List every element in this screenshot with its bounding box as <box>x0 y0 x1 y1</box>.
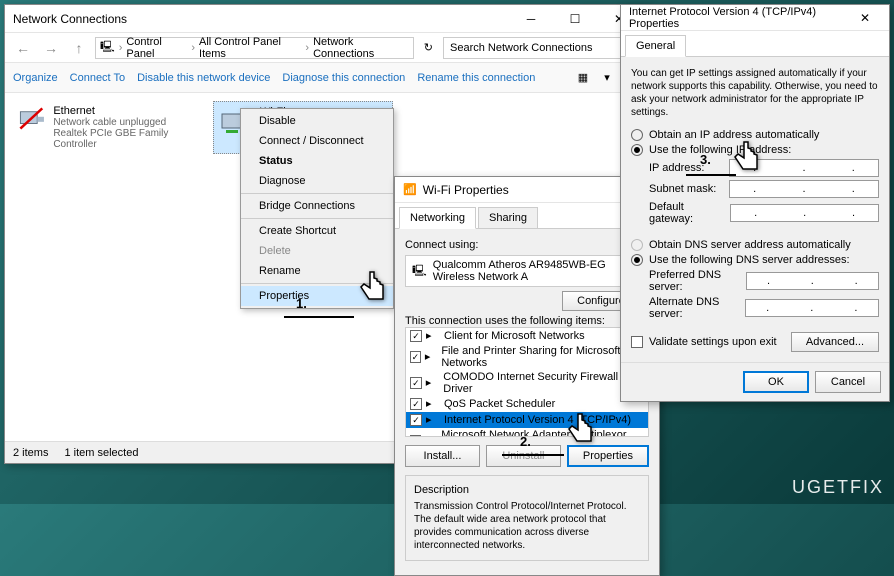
back-button[interactable]: ← <box>11 36 35 60</box>
subnet-mask-input[interactable]: ... <box>729 180 879 198</box>
ctx-bridge[interactable]: Bridge Connections <box>241 196 393 216</box>
checkbox[interactable] <box>410 414 422 426</box>
ctx-status[interactable]: Status <box>241 151 393 171</box>
gateway-input[interactable]: ... <box>730 204 879 222</box>
view-dropdown-icon[interactable]: ▾ <box>597 68 617 88</box>
titlebar: Network Connections ─ ☐ ✕ <box>5 5 649 33</box>
conn-name: Ethernet <box>53 105 189 117</box>
forward-button[interactable]: → <box>39 36 63 60</box>
checkbox[interactable] <box>410 377 422 389</box>
breadcrumb-root[interactable]: Control Panel <box>126 36 187 60</box>
annotation-line <box>686 174 736 176</box>
network-icon: 📶 <box>403 183 417 196</box>
use-dns-radio[interactable]: Use the following DNS server addresses: <box>631 254 879 266</box>
command-bar: Organize Connect To Disable this network… <box>5 63 649 93</box>
tab-networking[interactable]: Networking <box>399 207 476 229</box>
gateway-label: Default gateway: <box>649 201 730 225</box>
items-label: This connection uses the following items… <box>405 315 649 327</box>
navbar: ← → ↑ 🖳 › Control Panel › All Control Pa… <box>5 33 649 63</box>
ip-address-input[interactable]: ... <box>729 159 879 177</box>
checkbox[interactable] <box>410 330 422 342</box>
ipv4-item[interactable]: Internet Protocol Version 4 (TCP/IPv4) <box>444 414 631 426</box>
refresh-button[interactable]: ↻ <box>418 41 439 54</box>
checkbox[interactable] <box>410 398 422 410</box>
subnet-label: Subnet mask: <box>649 183 716 195</box>
component-icon: ▸ <box>425 434 437 437</box>
rename-cmd[interactable]: Rename this connection <box>417 72 535 84</box>
component-icon: ▸ <box>425 350 437 364</box>
use-ip-radio[interactable]: Use the following IP address: <box>631 144 879 156</box>
adapter-box: 🖳 Qualcomm Atheros AR9485WB-EG Wireless … <box>405 255 649 287</box>
properties-button[interactable]: Properties <box>567 445 649 467</box>
annotation-line <box>284 316 354 318</box>
watermark: UGETFIX <box>792 477 884 498</box>
window-title: Network Connections <box>13 12 509 26</box>
dialog-title: Internet Protocol Version 4 (TCP/IPv4) P… <box>629 6 849 30</box>
ctx-connect[interactable]: Connect / Disconnect <box>241 131 393 151</box>
minimize-button[interactable]: ─ <box>509 5 553 33</box>
connect-using-label: Connect using: <box>405 239 649 251</box>
diagnose-cmd[interactable]: Diagnose this connection <box>282 72 405 84</box>
disable-cmd[interactable]: Disable this network device <box>137 72 270 84</box>
ethernet-icon <box>17 105 47 141</box>
ctx-properties[interactable]: Properties <box>241 286 393 306</box>
breadcrumb-mid[interactable]: All Control Panel Items <box>199 36 301 60</box>
component-icon: ▸ <box>426 376 440 390</box>
alt-dns-input[interactable]: ... <box>745 299 879 317</box>
tab-sharing[interactable]: Sharing <box>478 207 538 228</box>
ok-button[interactable]: OK <box>743 371 809 393</box>
ctx-diagnose[interactable]: Diagnose <box>241 171 393 191</box>
conn-adapter: Realtek PCIe GBE Family Controller <box>53 128 189 150</box>
ctx-delete[interactable]: Delete <box>241 241 393 261</box>
breadcrumb-leaf[interactable]: Network Connections <box>313 36 409 60</box>
close-button[interactable]: ✕ <box>849 4 881 32</box>
validate-checkbox[interactable]: Validate settings upon exit <box>631 336 777 348</box>
ctx-rename[interactable]: Rename <box>241 261 393 281</box>
uninstall-button[interactable]: Uninstall <box>486 445 561 467</box>
ctx-disable[interactable]: Disable <box>241 111 393 131</box>
connection-ethernet[interactable]: Ethernet Network cable unplugged Realtek… <box>13 101 193 154</box>
ip-label: IP address: <box>649 162 704 174</box>
organize-menu[interactable]: Organize <box>13 72 58 84</box>
view-icon[interactable]: ▦ <box>573 68 593 88</box>
description-label: Description <box>414 484 640 496</box>
ctx-shortcut[interactable]: Create Shortcut <box>241 221 393 241</box>
description-group: Description Transmission Control Protoco… <box>405 475 649 561</box>
search-input[interactable]: Search Network Connections <box>443 37 643 59</box>
alt-dns-label: Alternate DNS server: <box>649 296 745 320</box>
auto-ip-radio[interactable]: Obtain an IP address automatically <box>631 129 879 141</box>
checkbox[interactable] <box>410 435 421 437</box>
ipv4-properties-dialog: Internet Protocol Version 4 (TCP/IPv4) P… <box>620 4 890 402</box>
item-count: 2 items <box>13 447 48 459</box>
component-icon: ▸ <box>426 329 440 343</box>
adapter-icon: 🖳 <box>412 262 427 281</box>
wifi-context-menu: Disable Connect / Disconnect Status Diag… <box>240 108 394 309</box>
auto-dns-radio: Obtain DNS server address automatically <box>631 239 879 251</box>
component-list[interactable]: ▸Client for Microsoft Networks ▸File and… <box>405 327 649 437</box>
pref-dns-label: Preferred DNS server: <box>649 269 746 293</box>
adapter-name: Qualcomm Atheros AR9485WB-EG Wireless Ne… <box>433 259 642 283</box>
conn-status: Network cable unplugged <box>53 117 189 128</box>
maximize-button[interactable]: ☐ <box>553 5 597 33</box>
pc-icon: 🖳 <box>100 38 115 57</box>
up-button[interactable]: ↑ <box>67 36 91 60</box>
advanced-button[interactable]: Advanced... <box>791 332 879 352</box>
tab-general[interactable]: General <box>625 35 686 57</box>
install-button[interactable]: Install... <box>405 445 480 467</box>
selected-count: 1 item selected <box>64 447 138 459</box>
connect-to-cmd[interactable]: Connect To <box>70 72 125 84</box>
cancel-button[interactable]: Cancel <box>815 371 881 393</box>
breadcrumb[interactable]: 🖳 › Control Panel › All Control Panel It… <box>95 37 414 59</box>
description-text: Transmission Control Protocol/Internet P… <box>414 500 640 552</box>
annotation-line <box>502 454 564 456</box>
component-icon: ▸ <box>426 397 440 411</box>
pref-dns-input[interactable]: ... <box>746 272 879 290</box>
checkbox[interactable] <box>410 351 421 363</box>
dialog-title: Wi-Fi Properties <box>423 183 651 197</box>
intro-text: You can get IP settings assigned automat… <box>631 67 879 119</box>
component-icon: ▸ <box>426 413 440 427</box>
